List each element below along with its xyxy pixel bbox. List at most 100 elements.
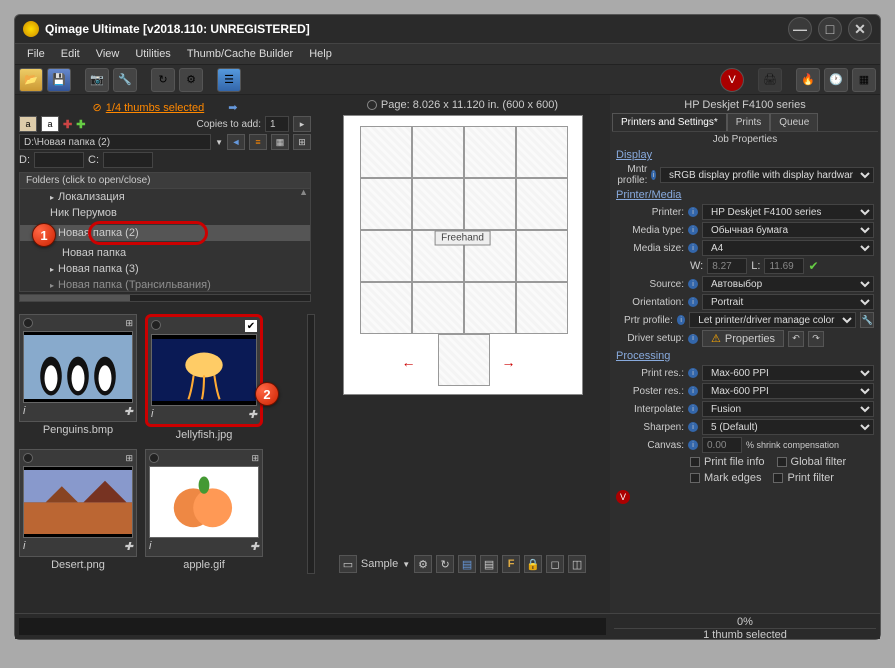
cb-book-icon[interactable]: ▭ bbox=[339, 555, 357, 573]
properties-button[interactable]: ⚠Properties bbox=[702, 330, 784, 347]
media-size-select[interactable]: A4 bbox=[702, 240, 874, 256]
tab-printers-settings[interactable]: Printers and Settings* bbox=[612, 113, 727, 131]
help-icon[interactable]: i bbox=[688, 368, 698, 378]
cb-refresh-icon[interactable]: ↻ bbox=[436, 555, 454, 573]
nav-list-icon[interactable]: ≡ bbox=[249, 134, 267, 150]
mntr-profile-select[interactable]: sRGB display profile with display hardwa… bbox=[660, 167, 874, 183]
help-icon[interactable]: i bbox=[688, 404, 698, 414]
interpolate-select[interactable]: Fusion bbox=[702, 401, 874, 417]
tool-a-icon[interactable]: 🔧 bbox=[113, 68, 137, 92]
folder-item[interactable]: ▸Локализация bbox=[20, 189, 310, 205]
camera-icon[interactable]: 📷 bbox=[85, 68, 109, 92]
maximize-button[interactable]: □ bbox=[818, 17, 842, 41]
help-icon[interactable]: i bbox=[688, 243, 698, 253]
drive-d-input[interactable] bbox=[34, 152, 84, 168]
cb-f-icon[interactable]: F bbox=[502, 555, 520, 573]
nav-opt-icon[interactable]: ⊞ bbox=[293, 134, 311, 150]
cb-doc2-icon[interactable]: ▤ bbox=[480, 555, 498, 573]
thumb-image[interactable] bbox=[23, 466, 133, 538]
cb-lock-icon[interactable]: 🔒 bbox=[524, 555, 542, 573]
menu-utilities[interactable]: Utilities bbox=[127, 46, 178, 62]
v-badge-icon[interactable]: V bbox=[616, 490, 630, 504]
tree-scrollbar[interactable] bbox=[19, 294, 311, 302]
group-display[interactable]: Display bbox=[612, 147, 878, 163]
tree-scroll-up[interactable]: ▲ bbox=[299, 187, 308, 197]
sharpen-select[interactable]: 5 (Default) bbox=[702, 419, 874, 435]
check-global-filter[interactable]: Global filter bbox=[777, 456, 847, 468]
menu-thumb-cache[interactable]: Thumb/Cache Builder bbox=[179, 46, 301, 62]
thumb-image[interactable] bbox=[151, 334, 257, 406]
prtr-profile-select[interactable]: Let printer/driver manage color bbox=[689, 312, 856, 328]
check-print-filter[interactable]: Print filter bbox=[773, 472, 833, 484]
help-icon[interactable]: i bbox=[688, 334, 698, 344]
thumb-card-selected[interactable]: ✔ i✚ bbox=[145, 314, 263, 427]
page-radio-icon[interactable] bbox=[367, 100, 377, 110]
help-icon[interactable]: i bbox=[688, 279, 698, 289]
thumb-card[interactable]: ⊞ i✚ bbox=[19, 314, 137, 422]
group-printer-media[interactable]: Printer/Media bbox=[612, 187, 878, 203]
gear-icon[interactable]: ⚙ bbox=[179, 68, 203, 92]
cb-doc1-icon[interactable]: ▤ bbox=[458, 555, 476, 573]
folder-item[interactable]: ▸Новая папка (Трансильвания) bbox=[20, 277, 310, 292]
tab-queue[interactable]: Queue bbox=[770, 113, 818, 131]
help-icon[interactable]: i bbox=[688, 225, 698, 235]
path-input[interactable] bbox=[19, 134, 211, 150]
help-icon[interactable]: i bbox=[688, 422, 698, 432]
tool-b-icon[interactable]: ▦ bbox=[852, 68, 876, 92]
printer-select[interactable]: HP Deskjet F4100 series bbox=[702, 204, 874, 220]
minimize-button[interactable]: — bbox=[788, 17, 812, 41]
clock-icon[interactable]: 🕐 bbox=[824, 68, 848, 92]
drive-c-input[interactable] bbox=[103, 152, 153, 168]
print-icon[interactable]: 🖨 bbox=[758, 68, 782, 92]
canvas-input[interactable] bbox=[702, 437, 742, 453]
group-processing[interactable]: Processing bbox=[612, 348, 878, 364]
folder-item[interactable]: Новая папка bbox=[20, 245, 310, 261]
redo-icon[interactable]: ↷ bbox=[808, 331, 824, 347]
help-icon[interactable]: i bbox=[688, 440, 698, 450]
refresh-icon[interactable]: ↻ bbox=[151, 68, 175, 92]
copies-spin[interactable]: ▸ bbox=[293, 116, 311, 132]
save-icon[interactable]: 💾 bbox=[47, 68, 71, 92]
menu-help[interactable]: Help bbox=[301, 46, 340, 62]
length-input[interactable] bbox=[764, 258, 804, 274]
menu-view[interactable]: View bbox=[88, 46, 128, 62]
help-icon[interactable]: i bbox=[677, 315, 685, 325]
check-print-file-info[interactable]: Print file info bbox=[690, 456, 765, 468]
thumb-scrollbar[interactable] bbox=[307, 314, 315, 574]
copies-input[interactable] bbox=[265, 116, 289, 132]
cb-page-icon[interactable]: ◻ bbox=[546, 555, 564, 573]
wrench-icon[interactable]: 🔧 bbox=[860, 312, 874, 328]
thumb-card[interactable]: ⊞ i✚ bbox=[145, 449, 263, 557]
thumb-checkbox-checked[interactable]: ✔ bbox=[245, 320, 257, 332]
tab-prints[interactable]: Prints bbox=[727, 113, 771, 131]
width-input[interactable] bbox=[707, 258, 747, 274]
page-canvas[interactable]: Freehand ← → bbox=[343, 115, 583, 395]
poster-res-select[interactable]: Max-600 PPI bbox=[702, 383, 874, 399]
help-icon[interactable]: i bbox=[688, 297, 698, 307]
folder-item[interactable]: ▸Новая папка (3) bbox=[20, 261, 310, 277]
close-button[interactable]: ✕ bbox=[848, 17, 872, 41]
help-icon[interactable]: i bbox=[688, 207, 698, 217]
cb-copy-icon[interactable]: ◫ bbox=[568, 555, 586, 573]
menu-edit[interactable]: Edit bbox=[53, 46, 88, 62]
check-mark-edges[interactable]: Mark edges bbox=[690, 472, 761, 484]
orientation-select[interactable]: Portrait bbox=[702, 294, 874, 310]
media-type-select[interactable]: Обычная бумага bbox=[702, 222, 874, 238]
thumb-card[interactable]: ⊞ i✚ bbox=[19, 449, 137, 557]
btn-a2[interactable]: a bbox=[41, 116, 59, 132]
list-icon[interactable]: ☰ bbox=[217, 68, 241, 92]
source-select[interactable]: Автовыбор bbox=[702, 276, 874, 292]
help-icon[interactable]: i bbox=[688, 386, 698, 396]
thumb-image[interactable] bbox=[149, 466, 259, 538]
thumb-image[interactable] bbox=[23, 331, 133, 403]
nav-back-icon[interactable]: ◄ bbox=[227, 134, 245, 150]
cb-gear-icon[interactable]: ⚙ bbox=[414, 555, 432, 573]
undo-icon[interactable]: ↶ bbox=[788, 331, 804, 347]
folder-item[interactable]: Ник Перумов bbox=[20, 205, 310, 221]
flame-icon[interactable]: 🔥 bbox=[796, 68, 820, 92]
nav-grid-icon[interactable]: ▦ bbox=[271, 134, 289, 150]
v-badge-icon[interactable]: V bbox=[720, 68, 744, 92]
print-res-select[interactable]: Max-600 PPI bbox=[702, 365, 874, 381]
menu-file[interactable]: File bbox=[19, 46, 53, 62]
help-icon[interactable]: i bbox=[651, 170, 656, 180]
